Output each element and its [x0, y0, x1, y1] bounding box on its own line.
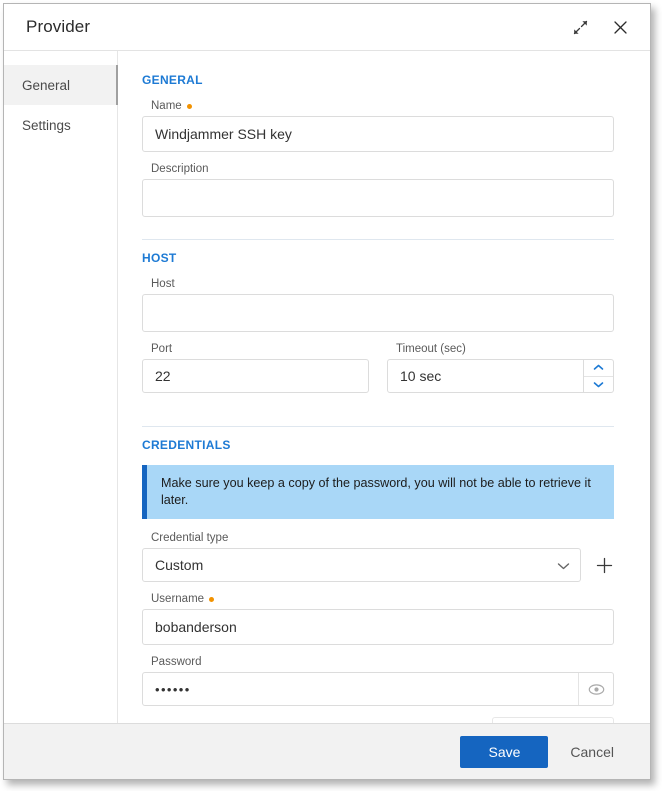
chevron-up-icon[interactable]	[584, 360, 613, 377]
field-credential-type: Credential type Custom	[142, 532, 614, 583]
field-label-password: Password	[142, 656, 614, 668]
form-panel: GENERAL Name Windjammer SSH key Descript…	[118, 51, 650, 723]
description-input[interactable]	[142, 179, 614, 217]
sidebar-item-label: General	[22, 77, 71, 93]
label-text: Password	[151, 656, 202, 669]
required-dot-icon	[209, 596, 215, 602]
sidebar-item-general[interactable]: General	[4, 65, 118, 105]
field-label-username: Username	[142, 593, 614, 605]
port-input[interactable]: 22	[142, 359, 369, 393]
host-input[interactable]	[142, 294, 614, 332]
section-divider	[142, 239, 614, 240]
password-input[interactable]: ••••••	[142, 672, 614, 707]
section-heading-credentials: CREDENTIALS	[142, 438, 231, 452]
page-title: Provider	[26, 17, 91, 36]
timeout-stepper[interactable]: 10 sec	[387, 359, 614, 393]
save-button[interactable]: Save	[460, 735, 549, 768]
field-description: Description	[142, 163, 614, 217]
label-text: Username	[151, 593, 205, 606]
port-input-value: 22	[155, 368, 171, 384]
chevron-down-icon[interactable]	[584, 377, 613, 393]
dialog-titlebar: Provider	[4, 4, 650, 51]
field-label-credential-type: Credential type	[142, 532, 614, 544]
field-username: Username bobanderson	[142, 593, 614, 646]
field-timeout: Timeout (sec) 10 sec	[387, 343, 614, 393]
dialog-body: General Settings GENERAL Name Windjammer…	[4, 51, 650, 723]
chevron-down-icon	[557, 557, 570, 573]
username-input[interactable]: bobanderson	[142, 609, 614, 646]
sidebar-nav: General Settings	[4, 51, 118, 723]
label-text: Port	[151, 343, 173, 355]
plus-icon[interactable]	[594, 555, 614, 575]
name-input-value: Windjammer SSH key	[155, 126, 292, 142]
field-label-port: Port	[142, 343, 369, 355]
banner-text: Make sure you keep a copy of the passwor…	[161, 476, 591, 507]
field-label-description: Description	[142, 163, 614, 175]
password-warning-banner: Make sure you keep a copy of the passwor…	[142, 465, 614, 520]
timeout-input-value[interactable]: 10 sec	[388, 360, 583, 392]
sidebar-item-settings[interactable]: Settings	[4, 105, 117, 145]
cancel-button[interactable]: Cancel	[570, 744, 614, 760]
label-text: Timeout (sec)	[396, 343, 466, 355]
field-port: Port 22	[142, 343, 369, 393]
label-text: Host	[151, 278, 175, 290]
section-heading-host: HOST	[142, 251, 177, 265]
section-divider	[142, 426, 614, 427]
host-row: Port 22 Timeout (sec) 10 sec	[142, 343, 614, 404]
titlebar-actions	[567, 14, 633, 40]
credential-type-select[interactable]: Custom	[142, 548, 581, 583]
sidebar-item-label: Settings	[22, 117, 71, 133]
field-name: Name Windjammer SSH key	[142, 100, 614, 152]
close-x-icon[interactable]	[607, 14, 633, 40]
field-host: Host	[142, 278, 614, 332]
dialog-footer: Save Cancel	[4, 723, 650, 779]
password-input-value[interactable]: ••••••	[143, 673, 578, 705]
timeout-stepper-buttons	[583, 360, 613, 392]
label-text: Name	[151, 100, 182, 112]
label-text: Credential type	[151, 532, 229, 545]
label-text: Description	[151, 163, 209, 175]
section-heading-general: GENERAL	[142, 73, 203, 87]
eye-icon[interactable]	[578, 673, 613, 706]
username-input-value: bobanderson	[155, 619, 237, 636]
credential-type-row: Custom	[142, 548, 614, 583]
field-label-timeout: Timeout (sec)	[387, 343, 614, 355]
field-label-host: Host	[142, 278, 614, 290]
credential-type-value: Custom	[155, 557, 204, 574]
required-dot-icon	[186, 103, 192, 109]
name-input[interactable]: Windjammer SSH key	[142, 116, 614, 152]
field-password: Password ••••••	[142, 656, 614, 707]
field-label-name: Name	[142, 100, 614, 112]
provider-dialog: Provider General Settings GENERAL Name W…	[3, 3, 651, 780]
expand-diagonal-icon[interactable]	[567, 14, 593, 40]
